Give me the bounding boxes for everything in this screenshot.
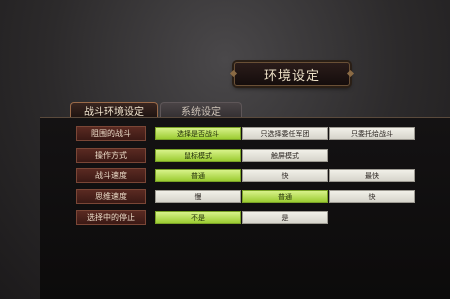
option-button[interactable]: 选择是否战斗 xyxy=(155,127,241,140)
option-button[interactable]: 最快 xyxy=(329,169,415,182)
option-button[interactable]: 普通 xyxy=(155,169,241,182)
settings-tabs: 战斗环境设定 系统设定 xyxy=(70,102,242,118)
setting-row-pause-on-select: 选择中的停止 不是 是 xyxy=(76,210,329,225)
option-button[interactable]: 普通 xyxy=(242,190,328,203)
setting-label: 阻围的战斗 xyxy=(76,126,146,141)
option-button[interactable]: 触屏模式 xyxy=(242,149,328,162)
setting-label: 操作方式 xyxy=(76,148,146,163)
settings-panel xyxy=(40,117,450,299)
option-button[interactable]: 快 xyxy=(329,190,415,203)
tab-battle-environment[interactable]: 战斗环境设定 xyxy=(70,102,158,118)
option-button[interactable]: 鼠标模式 xyxy=(155,149,241,162)
option-button[interactable]: 不是 xyxy=(155,211,241,224)
setting-row-siege-battle: 阻围的战斗 选择是否战斗 只选择委任军团 只委托给战斗 xyxy=(76,126,416,141)
option-button[interactable]: 是 xyxy=(242,211,328,224)
setting-row-battle-speed: 战斗速度 普通 快 最快 xyxy=(76,168,416,183)
setting-label: 思维速度 xyxy=(76,189,146,204)
setting-label: 选择中的停止 xyxy=(76,210,146,225)
option-button[interactable]: 慢 xyxy=(155,190,241,203)
setting-row-think-speed: 思维速度 慢 普通 快 xyxy=(76,189,416,204)
setting-row-control-mode: 操作方式 鼠标模式 触屏模式 xyxy=(76,148,329,163)
option-button[interactable]: 快 xyxy=(242,169,328,182)
setting-label: 战斗速度 xyxy=(76,168,146,183)
window-title: 环境设定 xyxy=(263,68,320,84)
tab-system-settings[interactable]: 系统设定 xyxy=(160,102,242,118)
window-title-plate: 环境设定 xyxy=(234,62,350,86)
option-button[interactable]: 只选择委任军团 xyxy=(242,127,328,140)
option-button[interactable]: 只委托给战斗 xyxy=(329,127,415,140)
